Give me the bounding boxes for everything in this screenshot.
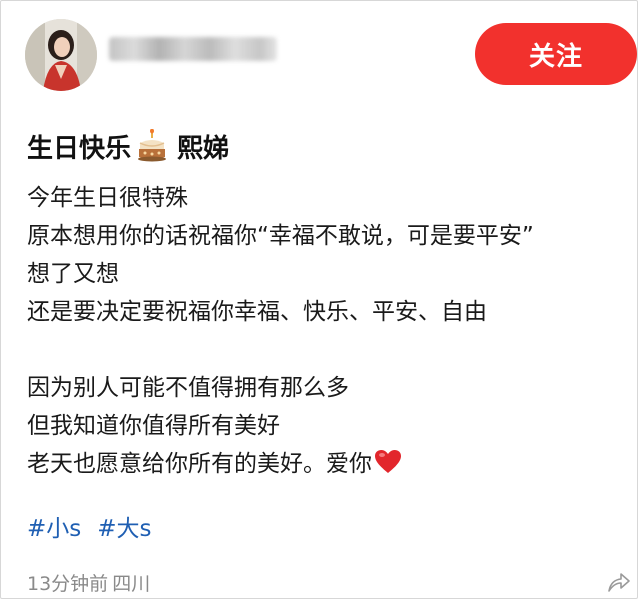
follow-button-label: 关注 (528, 41, 583, 72)
follow-button[interactable]: 关注 (475, 23, 637, 85)
post-line-text: 老天也愿意给你所有的美好。爱你 (27, 451, 372, 477)
cake-icon (135, 128, 169, 163)
red-heart-icon (374, 449, 402, 475)
post-card: 关注 生日快乐 熙娣 今年生日很特殊 原本想用你的话祝福你“幸福不敢说，可是要平… (0, 0, 638, 599)
post-title: 生日快乐 熙娣 (27, 127, 229, 165)
post-line: 因为别人可能不值得拥有那么多 (27, 375, 349, 401)
post-line: 原本想用你的话祝福你“幸福不敢说，可是要平安” (27, 223, 534, 249)
avatar[interactable] (25, 19, 97, 91)
post-line: 但我知道你值得所有美好 (27, 413, 280, 439)
post-line-last: 老天也愿意给你所有的美好。爱你 (27, 445, 627, 483)
post-body: 今年生日很特殊 原本想用你的话祝福你“幸福不敢说，可是要平安” 想了又想 还是要… (27, 179, 627, 483)
post-line: 想了又想 (27, 261, 119, 287)
post-line: 今年生日很特殊 (27, 185, 188, 211)
post-time: 13分钟前 (27, 573, 109, 595)
post-title-name: 熙娣 (177, 133, 230, 164)
share-arrow-icon[interactable] (607, 571, 631, 593)
post-meta: 13分钟前 四川 (27, 569, 150, 596)
hashtag-list: #小s #大s (27, 509, 152, 543)
post-line: 还是要决定要祝福你幸福、快乐、平安、自由 (27, 299, 487, 325)
post-title-text: 生日快乐 (27, 133, 132, 164)
blurred-username (109, 37, 277, 61)
post-line-blank (27, 331, 627, 369)
hashtag-link[interactable]: #小s (27, 509, 81, 543)
hashtag-link[interactable]: #大s (97, 509, 151, 543)
post-location: 四川 (112, 573, 151, 595)
avatar-photo (25, 19, 97, 91)
